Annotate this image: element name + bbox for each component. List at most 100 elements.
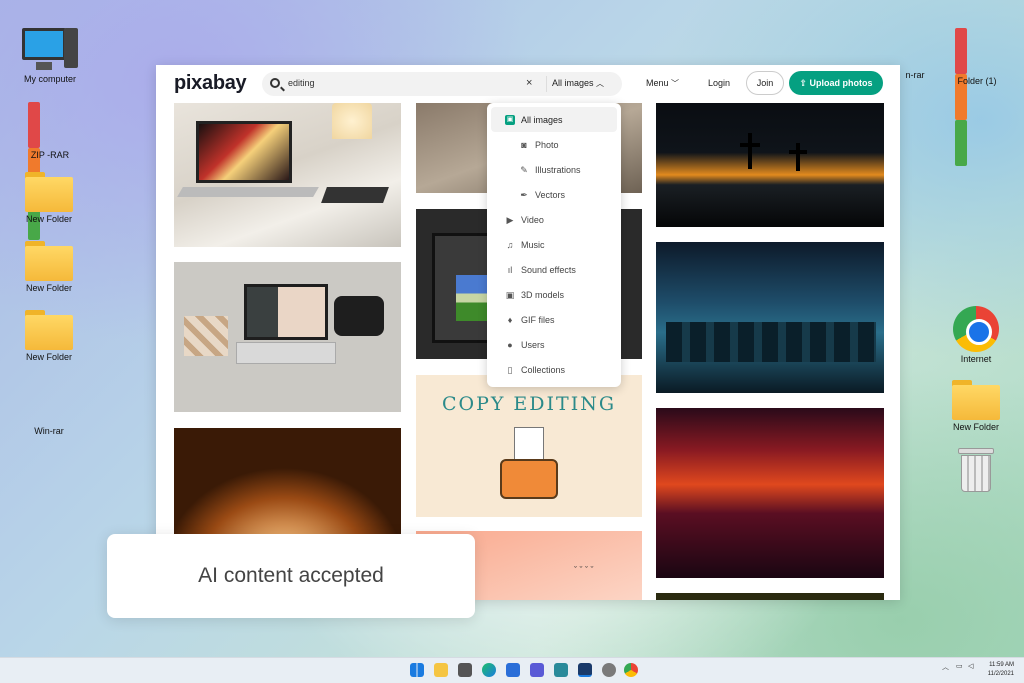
menu-button[interactable]: Menu ﹀ — [646, 78, 679, 89]
media-type-menu: ▣ All images ◙ Photo ✎ Illustrations ✒ Vecto… — [487, 103, 621, 387]
camera-app-icon[interactable] — [458, 663, 472, 677]
typewriter-icon — [500, 459, 558, 499]
teams-icon[interactable] — [530, 663, 544, 677]
dropdown-item-label: Video — [521, 214, 544, 225]
dropdown-item-illustrations[interactable]: ✎ Illustrations — [487, 157, 621, 182]
copy-editing-title: COPY EDITING — [441, 393, 617, 415]
ai-content-toast: AI content accepted — [107, 534, 475, 618]
dropdown-item-video[interactable]: ▶ Video — [487, 207, 621, 232]
folder-icon — [952, 380, 1000, 420]
video-icon: ▶ — [506, 214, 514, 225]
pen-tool-icon: ✒ — [520, 189, 528, 200]
desktop-icon-win-rar[interactable]: Win-rar — [9, 378, 89, 436]
desktop-icon-folder-1[interactable]: Folder (1) — [937, 28, 1017, 166]
edge-icon[interactable] — [482, 663, 496, 677]
dropdown-item-label: Vectors — [535, 189, 566, 200]
folder-icon — [25, 310, 73, 350]
settings-icon[interactable] — [602, 663, 616, 677]
media-type-label: All images — [552, 78, 594, 88]
dropdown-item-users[interactable]: ● Users — [487, 332, 621, 357]
chevron-down-icon: ﹀ — [671, 79, 680, 88]
desktop-icon-label: New Folder — [25, 214, 72, 224]
dropdown-item-sound-effects[interactable]: ıl Sound effects — [487, 257, 621, 282]
clear-search-button[interactable]: × — [526, 77, 532, 89]
desktop-icon-my-computer[interactable]: My computer — [10, 28, 90, 84]
file-explorer-icon[interactable] — [434, 663, 448, 677]
music-icon: ♫ — [506, 239, 514, 250]
user-icon: ● — [507, 339, 513, 350]
pixabay-header: pixabay editing × All images ︿ Menu ﹀ Lo… — [156, 65, 900, 103]
photo-prints — [184, 316, 228, 356]
menu-label: Menu — [646, 78, 669, 88]
winrar-icon — [27, 378, 71, 424]
media-type-dropdown[interactable]: All images ︿ — [552, 78, 604, 89]
search-input[interactable]: editing — [288, 78, 315, 88]
clock-time: 11:59 AM — [989, 662, 1014, 668]
dropdown-item-label: Photo — [535, 139, 559, 150]
upload-icon: ⇪ — [799, 78, 808, 88]
desktop-icon-label: Folder (1) — [957, 76, 997, 86]
pixabay-logo[interactable]: pixabay — [174, 72, 247, 95]
image-tile-laptop-camera[interactable] — [174, 262, 401, 412]
dropdown-item-collections[interactable]: ▯ Collections — [487, 357, 621, 382]
clock-date: 11/2/2021 — [987, 671, 1014, 677]
archive-books-icon — [28, 102, 72, 240]
laptop-base — [177, 187, 319, 197]
chrome-taskbar-icon[interactable] — [624, 663, 638, 677]
dropdown-item-label: Sound effects — [521, 264, 576, 275]
clock[interactable]: 11:59 AM 11/2/2021 — [988, 661, 1014, 679]
upload-label: Upload photos — [809, 78, 873, 88]
birds: ˇ ˇ ˇ ˇ — [574, 565, 594, 575]
dropdown-item-gif-files[interactable]: ♦ GIF files — [487, 307, 621, 332]
join-button[interactable]: Join — [746, 71, 784, 95]
store-icon[interactable] — [506, 663, 520, 677]
desktop-icon-label: New Folder — [25, 352, 72, 362]
desktop-icon-internet[interactable]: Internet — [936, 306, 1016, 364]
desktop-icon-new-folder-1[interactable]: New Folder — [9, 172, 89, 224]
active-app-icon[interactable] — [578, 663, 592, 677]
dropdown-item-music[interactable]: ♫ Music — [487, 232, 621, 257]
taskbar: ︿ ▭ ◁ 11:59 AM 11/2/2021 — [0, 657, 1024, 683]
network-icon[interactable]: ▭ — [956, 662, 963, 670]
desktop-icon-recycle-bin[interactable] — [936, 448, 1016, 494]
image-tile-dark[interactable] — [656, 593, 884, 600]
tablet — [321, 187, 389, 203]
desktop-icon-label: Internet — [960, 354, 992, 364]
laptop-screen — [244, 284, 328, 340]
volume-icon[interactable]: ◁ — [968, 662, 973, 670]
dropdown-item-all-images[interactable]: ▣ All images — [491, 107, 617, 132]
desktop-icon-zip-rar[interactable]: ZIP -RAR — [10, 102, 90, 240]
dropdown-item-3d-models[interactable]: ▣ 3D models — [487, 282, 621, 307]
camera-icon: ◙ — [521, 139, 527, 150]
laptop-base — [236, 342, 336, 364]
gif-icon: ♦ — [507, 314, 513, 325]
laptop-screen — [196, 121, 292, 183]
search-icon — [270, 78, 280, 88]
login-link[interactable]: Login — [708, 78, 730, 88]
image-tile-copy-editing[interactable]: COPY EDITING — [416, 375, 642, 517]
desktop-icon-new-folder-right[interactable]: New Folder — [936, 380, 1016, 432]
desktop-icon-new-folder-2[interactable]: New Folder — [9, 241, 89, 293]
dropdown-item-label: GIF files — [521, 314, 555, 325]
image-tile-mixer-knobs[interactable] — [656, 242, 884, 393]
image-tile-graveyard-sunset[interactable] — [656, 103, 884, 227]
search-bar[interactable]: editing × All images ︿ — [262, 72, 622, 96]
winrar-icon — [882, 22, 926, 68]
sound-wave-icon: ıl — [507, 264, 513, 275]
image-tile-red-sea-sunset[interactable] — [656, 408, 884, 578]
app-icon[interactable] — [554, 663, 568, 677]
tray-chevron-icon[interactable]: ︿ — [942, 662, 949, 672]
upload-photos-button[interactable]: ⇪ Upload photos — [789, 71, 883, 95]
image-tile-laptop-desk[interactable] — [174, 103, 401, 247]
computer-icon — [22, 28, 78, 72]
dropdown-item-vectors[interactable]: ✒ Vectors — [487, 182, 621, 207]
desktop-icon-label: Win-rar — [34, 426, 64, 436]
desktop-icon-new-folder-3[interactable]: New Folder — [9, 310, 89, 362]
windows-start-icon[interactable] — [410, 663, 424, 677]
chevron-up-icon: ︿ — [596, 79, 605, 88]
desktop-icon-label: My computer — [23, 74, 76, 84]
dropdown-item-photo[interactable]: ◙ Photo — [487, 132, 621, 157]
folder-icon — [25, 172, 73, 212]
knobs-row — [666, 322, 876, 362]
cross-silhouette — [748, 133, 752, 169]
